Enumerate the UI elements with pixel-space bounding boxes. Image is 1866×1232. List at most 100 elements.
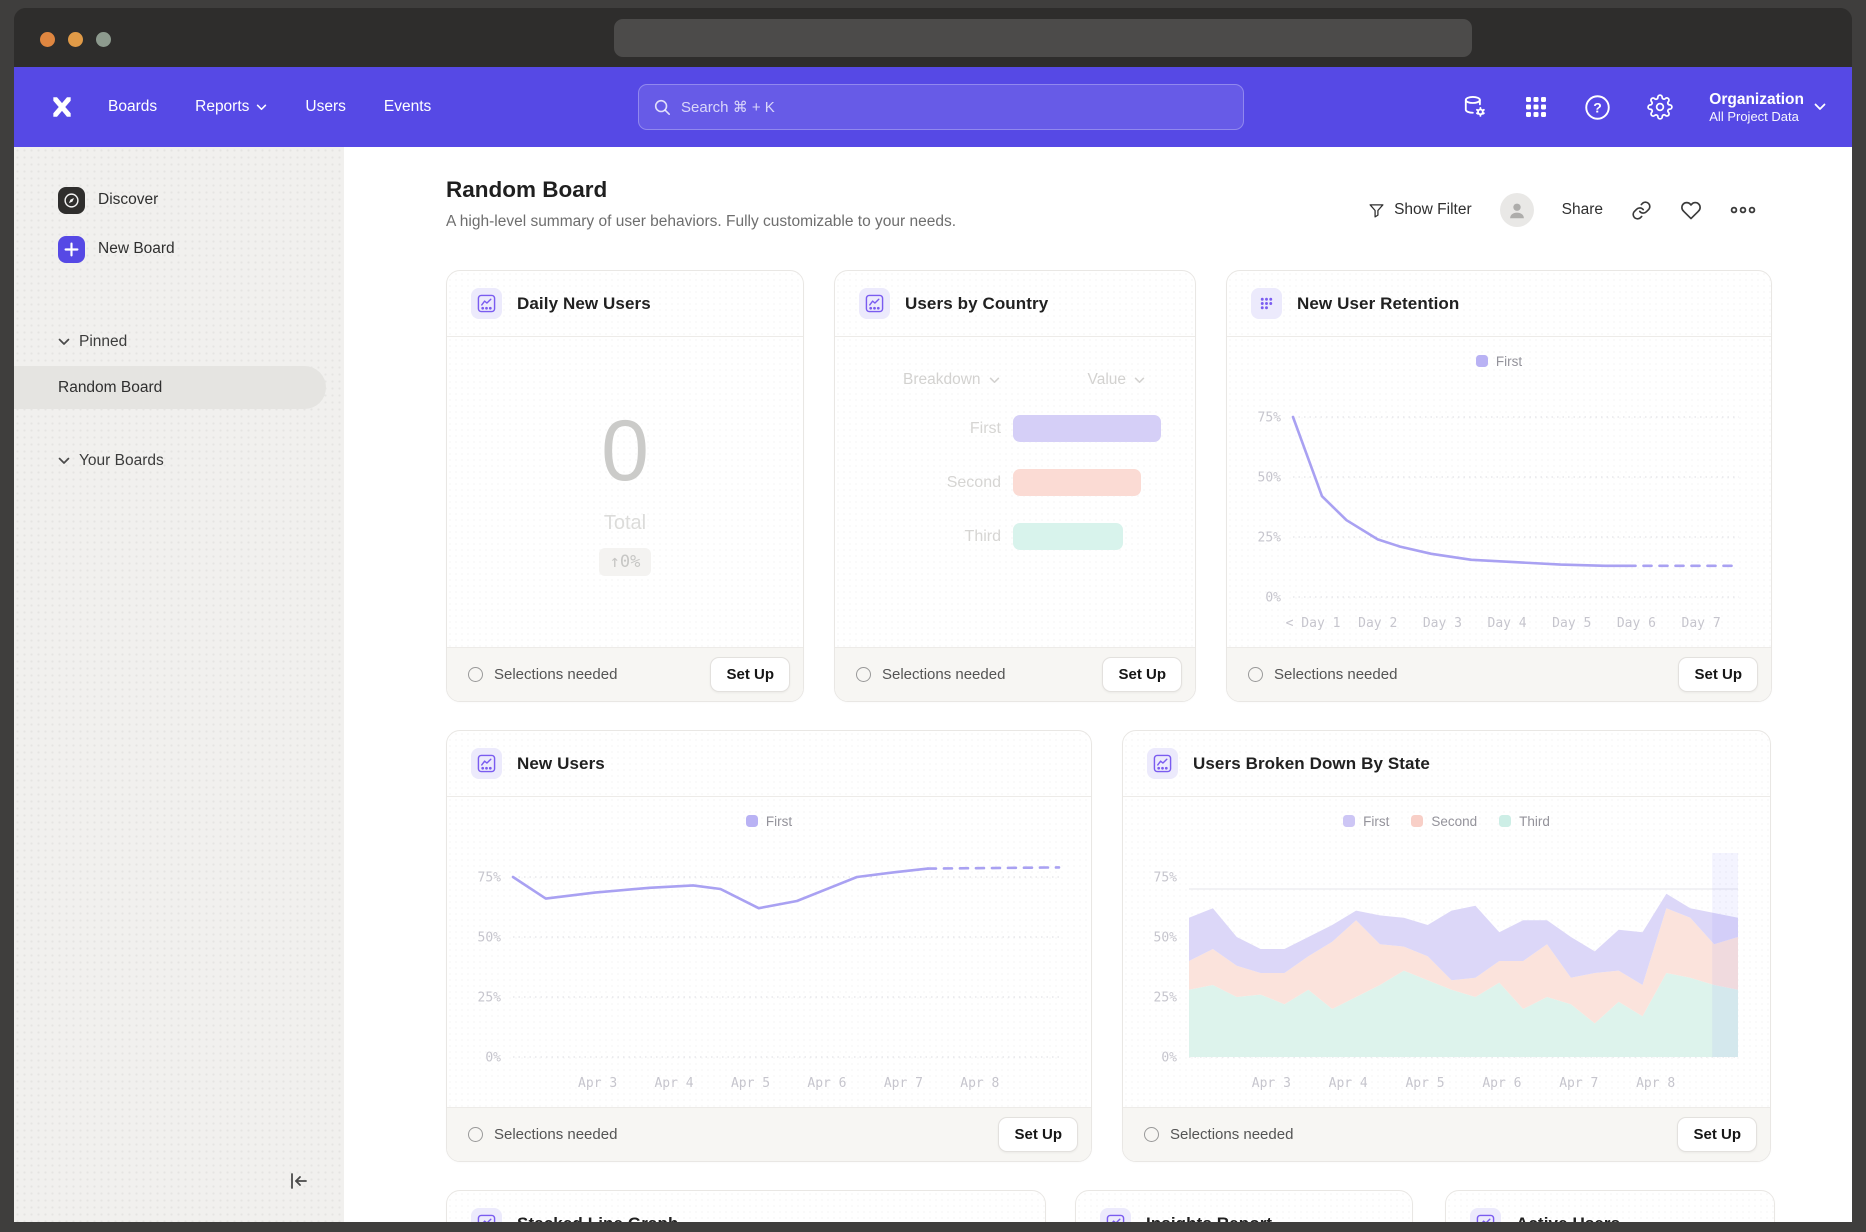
new-users-chart[interactable]: 75%50%25%0%Apr 3Apr 4Apr 5Apr 6Apr 7Apr …: [457, 839, 1081, 1101]
card-header: Daily New Users: [447, 271, 803, 337]
close-window-button[interactable]: [40, 32, 55, 47]
status-circle-icon: [468, 1127, 483, 1142]
sidebar-collapse-button[interactable]: [288, 1171, 310, 1196]
retention-chart[interactable]: 75%50%25%0%< Day 1Day 2Day 3Day 4Day 5Da…: [1237, 379, 1761, 641]
sidebar-section-pinned[interactable]: Pinned: [14, 324, 344, 360]
status-circle-icon: [856, 667, 871, 682]
nav-items: Boards Reports Users Events: [108, 98, 431, 116]
set-up-button[interactable]: Set Up: [710, 657, 790, 692]
traffic-lights[interactable]: [40, 32, 111, 47]
favorite-button[interactable]: [1680, 200, 1702, 221]
card-new-users: New Users First 75%50%25%0%Apr 3Apr 4Apr…: [446, 730, 1092, 1162]
svg-text:Apr 3: Apr 3: [578, 1076, 617, 1091]
chevron-down-icon: [58, 338, 70, 346]
svg-text:Apr 5: Apr 5: [731, 1076, 770, 1091]
avatar[interactable]: [1500, 193, 1534, 227]
breakdown-rows: First Second Third: [835, 415, 1195, 550]
card-footer: Selections needed Set Up: [447, 647, 803, 701]
sidebar-item-discover[interactable]: Discover: [14, 179, 344, 221]
card-header: Users Broken Down By State: [1123, 731, 1770, 797]
status-circle-icon: [468, 667, 483, 682]
search-input[interactable]: Search ⌘ + K: [638, 84, 1244, 130]
set-up-button[interactable]: Set Up: [998, 1117, 1078, 1152]
legend-swatch: [746, 815, 758, 827]
apps-grid-icon[interactable]: [1524, 95, 1548, 119]
board-main: Random Board A high-level summary of use…: [344, 147, 1852, 1222]
sidebar-item-random-board[interactable]: Random Board: [14, 366, 326, 409]
svg-text:75%: 75%: [478, 871, 502, 886]
chart-legend: First: [1227, 343, 1771, 379]
row-bar: [1013, 415, 1161, 442]
chevron-down-icon: [58, 457, 70, 465]
row-label: First: [835, 420, 1001, 438]
sidebar-section-your-boards[interactable]: Your Boards: [14, 443, 344, 479]
line-chart-icon: [471, 1208, 502, 1222]
svg-text:50%: 50%: [478, 931, 502, 946]
card-title: Users by Country: [905, 294, 1048, 314]
svg-text:Day 3: Day 3: [1423, 616, 1462, 631]
svg-text:Apr 5: Apr 5: [1405, 1076, 1444, 1091]
org-switcher[interactable]: Organization All Project Data: [1709, 90, 1826, 124]
state-breakdown-chart[interactable]: 75%50%25%0%Apr 3Apr 4Apr 5Apr 6Apr 7Apr …: [1133, 839, 1760, 1101]
nav-item-users[interactable]: Users: [305, 98, 345, 116]
browser-address-bar[interactable]: [614, 19, 1472, 57]
copy-link-button[interactable]: [1631, 200, 1652, 221]
more-options-button[interactable]: [1730, 205, 1756, 215]
page-subtitle: A high-level summary of user behaviors. …: [446, 213, 956, 231]
chart-legend: First Second Third: [1123, 803, 1770, 839]
plus-icon: [58, 236, 85, 263]
mixpanel-logo[interactable]: [44, 89, 80, 125]
section-label: Pinned: [79, 333, 127, 351]
section-label: Your Boards: [79, 452, 164, 470]
sidebar-item-new-board[interactable]: New Board: [14, 228, 344, 270]
minimize-window-button[interactable]: [68, 32, 83, 47]
metric-delta-badge: ↑0%: [599, 548, 652, 576]
retention-grid-icon: [1251, 288, 1282, 319]
line-chart-icon: [1100, 1208, 1131, 1222]
show-filter-button[interactable]: Show Filter: [1368, 201, 1472, 219]
status-text: Selections needed: [494, 666, 617, 683]
svg-text:Apr 7: Apr 7: [1559, 1076, 1598, 1091]
data-management-icon[interactable]: [1462, 94, 1488, 120]
card-footer: Selections needed Set Up: [1123, 1107, 1770, 1161]
status-circle-icon: [1248, 667, 1263, 682]
status-text: Selections needed: [1170, 1126, 1293, 1143]
svg-text:75%: 75%: [1258, 411, 1282, 426]
metric-value: 0: [601, 408, 649, 494]
card-title: Daily New Users: [517, 294, 651, 314]
set-up-button[interactable]: Set Up: [1677, 1117, 1757, 1152]
card-footer: Selections needed Set Up: [835, 647, 1195, 701]
value-dropdown[interactable]: Value: [1088, 371, 1146, 389]
card-footer: Selections needed Set Up: [1227, 647, 1771, 701]
heart-icon: [1680, 200, 1702, 221]
nav-item-events[interactable]: Events: [384, 98, 431, 116]
legend-item: First: [746, 814, 792, 829]
org-name: Organization: [1709, 90, 1804, 109]
breakdown-dropdown[interactable]: Breakdown: [903, 371, 1000, 389]
row-label: Third: [835, 528, 1001, 546]
card-users-by-country: Users by Country Breakdown Value: [834, 270, 1196, 702]
svg-text:Apr 4: Apr 4: [1329, 1076, 1368, 1091]
settings-gear-icon[interactable]: [1647, 94, 1673, 120]
share-button[interactable]: Share: [1562, 201, 1603, 219]
svg-text:25%: 25%: [478, 991, 502, 1006]
chart-legend: First: [447, 803, 1091, 839]
svg-text:50%: 50%: [1258, 471, 1282, 486]
top-nav: Boards Reports Users Events Search ⌘ + K: [14, 67, 1852, 147]
breakdown-row: Third: [835, 523, 1195, 550]
legend-swatch: [1411, 815, 1423, 827]
zoom-window-button[interactable]: [96, 32, 111, 47]
svg-text:Day 2: Day 2: [1358, 616, 1397, 631]
svg-text:< Day 1: < Day 1: [1286, 616, 1341, 631]
set-up-button[interactable]: Set Up: [1678, 657, 1758, 692]
nav-item-reports[interactable]: Reports: [195, 98, 267, 116]
svg-text:?: ?: [1593, 99, 1602, 115]
nav-item-boards[interactable]: Boards: [108, 98, 157, 116]
card-title: New User Retention: [1297, 294, 1459, 314]
line-chart-icon: [1470, 1208, 1501, 1222]
sidebar-item-label: New Board: [98, 240, 175, 258]
set-up-button[interactable]: Set Up: [1102, 657, 1182, 692]
search-placeholder: Search ⌘ + K: [681, 98, 775, 116]
help-icon[interactable]: ?: [1584, 94, 1611, 121]
line-chart-icon: [859, 288, 890, 319]
